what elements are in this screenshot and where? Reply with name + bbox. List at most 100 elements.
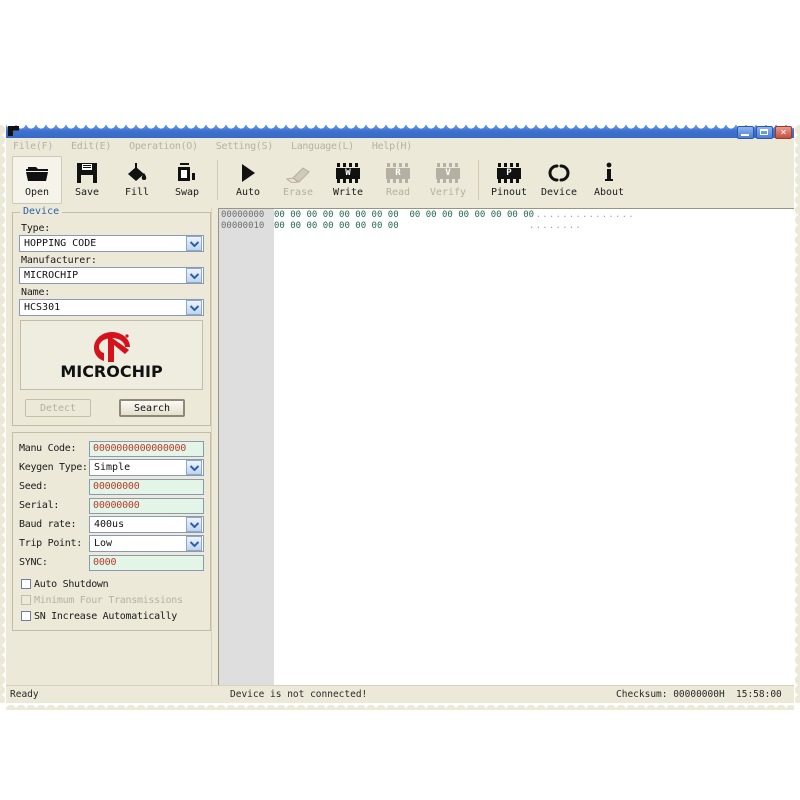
keygen-type-label: Keygen Type:: [19, 462, 88, 473]
hex-editor[interactable]: 00000000 00 00 00 00 00 00 00 00 00 00 0…: [219, 209, 794, 685]
chevron-down-icon[interactable]: [186, 268, 202, 283]
hex-ascii: ................: [529, 209, 635, 220]
baud-rate-label: Baud rate:: [19, 519, 77, 530]
hex-ascii: ........: [529, 220, 582, 231]
sn-increase-automatically-checkbox[interactable]: [21, 611, 31, 621]
auto-shutdown-checkbox[interactable]: [21, 579, 31, 589]
trip-point-select[interactable]: Low: [89, 535, 204, 552]
hex-address: 00000000: [221, 209, 265, 220]
menu-item-help[interactable]: Help(H): [371, 140, 413, 153]
toolbar-button-read[interactable]: R Read: [373, 156, 423, 204]
sync-input[interactable]: 0000: [89, 554, 204, 571]
chevron-down-icon[interactable]: [186, 300, 202, 315]
chevron-down-icon[interactable]: [186, 517, 202, 532]
detect-button[interactable]: Detect: [25, 399, 91, 417]
hex-row[interactable]: 00000010 00 00 00 00 00 00 00 00 .......…: [219, 220, 794, 231]
toolbar-button-fill[interactable]: Fill: [112, 156, 162, 204]
toolbar-label-about: About: [593, 187, 625, 198]
swap-icon: [175, 160, 199, 186]
panel-splitter[interactable]: [211, 208, 218, 685]
manu-code-input[interactable]: 0000000000000000: [89, 440, 204, 457]
serial-input[interactable]: 00000000: [89, 497, 204, 514]
chip-write-icon: W: [334, 160, 362, 186]
toolbar-button-about[interactable]: About: [584, 156, 634, 204]
manufacturer-select[interactable]: MICROCHIP: [19, 267, 204, 284]
type-select[interactable]: HOPPING CODE: [19, 235, 204, 252]
hex-address: 00000010: [221, 220, 265, 231]
toolbar-button-auto[interactable]: Auto: [223, 156, 273, 204]
toolbar-button-open[interactable]: Open: [12, 156, 62, 204]
device-group: Device Type: HOPPING CODE Manufacturer: …: [12, 206, 211, 426]
toolbar-button-erase[interactable]: Erase: [273, 156, 323, 204]
minimize-button[interactable]: [737, 126, 754, 139]
hex-bytes[interactable]: 00 00 00 00 00 00 00 00: [274, 221, 399, 231]
floppy-disk-icon: [75, 160, 99, 186]
toolbar-button-save[interactable]: Save: [62, 156, 112, 204]
toolbar-label-auto: Auto: [235, 187, 261, 198]
toolbar-label-device: Device: [540, 187, 578, 198]
manufacturer-label: Manufacturer:: [21, 255, 97, 266]
name-label: Name:: [21, 287, 51, 298]
field-row-manu-code: Manu Code: 0000000000000000: [19, 439, 204, 458]
menu-item-operation[interactable]: Operation(O): [128, 140, 199, 153]
device-button-row: Detect Search: [25, 399, 202, 417]
window-edge-bottom: [6, 702, 794, 710]
chevron-down-icon[interactable]: [186, 536, 202, 551]
toolbar-button-device[interactable]: Device: [534, 156, 584, 204]
hex-bytes[interactable]: 00 00 00 00 00 00 00 00 00 00 00 00 00 0…: [274, 210, 534, 220]
hex-row[interactable]: 00000000 00 00 00 00 00 00 00 00 00 00 0…: [219, 209, 794, 220]
search-button[interactable]: Search: [119, 399, 185, 417]
hex-address-gutter: [219, 209, 274, 685]
menu-item-edit[interactable]: Edit(E): [70, 140, 112, 153]
menu-item-file[interactable]: File(F): [12, 140, 54, 153]
trip-point-value: Low: [94, 538, 113, 549]
menu-item-setting[interactable]: Setting(S): [215, 140, 274, 153]
info-icon: [602, 160, 616, 186]
toolbar-button-swap[interactable]: Swap: [162, 156, 212, 204]
microchip-logo-icon: [92, 331, 132, 363]
toolbar: Open Save Fill Swap Auto Erase W Write R…: [6, 154, 794, 210]
toolbar-label-save: Save: [74, 187, 100, 198]
baud-rate-value: 400us: [94, 519, 125, 530]
chevron-down-icon[interactable]: [186, 460, 202, 475]
baud-rate-select[interactable]: 400us: [89, 516, 204, 533]
chip-pinout-icon: P: [495, 160, 523, 186]
toolbar-separator-1: [217, 160, 218, 200]
sync-label: SYNC:: [19, 557, 48, 568]
eraser-icon: [285, 160, 311, 186]
maximize-button[interactable]: [756, 126, 773, 139]
manufacturer-value: MICROCHIP: [24, 270, 79, 281]
chip-letter-read: R: [386, 168, 410, 179]
checkbox-row-sn-increase-automatically[interactable]: SN Increase Automatically: [21, 608, 204, 624]
seed-input[interactable]: 00000000: [89, 478, 204, 495]
device-group-legend: Device: [20, 206, 63, 217]
toolbar-separator-2: [478, 160, 479, 200]
window-edge-left: [0, 125, 7, 703]
menu-item-language[interactable]: Language(L): [290, 140, 355, 153]
toolbar-button-verify[interactable]: V Verify: [423, 156, 473, 204]
chip-letter-pinout: P: [497, 168, 521, 179]
toolbar-label-write: Write: [332, 187, 364, 198]
checkbox-row-auto-shutdown[interactable]: Auto Shutdown: [21, 576, 204, 592]
checkbox-row-minimum-four-transmissions: Minimum Four Transmissions: [21, 592, 204, 608]
status-ready: Ready: [10, 689, 39, 700]
hex-editor-pane[interactable]: 00000000 00 00 00 00 00 00 00 00 00 00 0…: [218, 208, 794, 685]
field-row-keygen-type: Keygen Type: Simple: [19, 458, 204, 477]
serial-label: Serial:: [19, 500, 60, 511]
status-bar: Ready Device is not connected! Checksum:…: [6, 685, 794, 703]
minimum-four-transmissions-checkbox: [21, 595, 31, 605]
toolbar-label-erase: Erase: [282, 187, 314, 198]
close-button[interactable]: ✕: [775, 126, 792, 139]
field-row-sync: SYNC: 0000: [19, 553, 204, 572]
title-bar[interactable]: ✕: [6, 125, 794, 139]
field-row-baud-rate: Baud rate: 400us: [19, 515, 204, 534]
name-select[interactable]: HCS301: [19, 299, 204, 316]
toolbar-button-pinout[interactable]: P Pinout: [484, 156, 534, 204]
seed-label: Seed:: [19, 481, 48, 492]
keygen-type-select[interactable]: Simple: [89, 459, 204, 476]
status-time: 15:58:00: [736, 689, 782, 700]
chevron-down-icon[interactable]: [186, 236, 202, 251]
status-checksum: Checksum: 00000000H: [616, 689, 725, 700]
status-device: Device is not connected!: [230, 689, 368, 700]
toolbar-button-write[interactable]: W Write: [323, 156, 373, 204]
